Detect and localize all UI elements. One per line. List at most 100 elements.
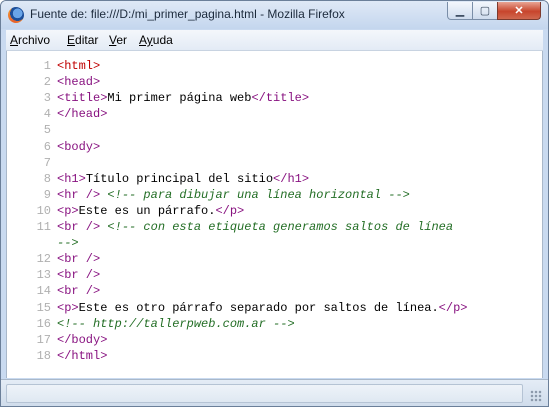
line-number: 7 <box>43 155 51 170</box>
line-number: 5 <box>43 123 51 138</box>
source-line: 16 <!-- http://tallerpweb.com.ar --> <box>7 316 537 332</box>
html-tag: <hr /> <box>57 187 101 202</box>
line-number: 2 <box>43 75 51 90</box>
line-code: --> <box>57 235 79 251</box>
line-number: 6 <box>43 139 51 154</box>
menu-ayuda[interactable]: Ayuda <box>139 33 173 47</box>
status-pane <box>6 384 523 403</box>
html-tag: <h1> <box>57 171 86 186</box>
source-line: 6 <body> <box>7 139 537 155</box>
line-number: 3 <box>43 91 51 106</box>
source-line: 4 </head> <box>7 106 537 122</box>
source-line: 7 <box>7 155 537 171</box>
close-icon: ✕ <box>514 5 524 17</box>
line-code: </head> <box>57 106 107 122</box>
html-comment: <!-- para dibujar una línea horizontal -… <box>107 187 410 202</box>
line-code: <hr /> <!-- para dibujar una línea horiz… <box>57 187 410 203</box>
html-tag: <head> <box>57 75 101 90</box>
line-number: 13 <box>36 268 51 283</box>
html-tag: <br /> <box>57 220 101 234</box>
text-content: Este es un párrafo. <box>78 203 216 218</box>
source-line: 5 <box>7 122 537 138</box>
source-line: 10 <p>Este es un párrafo.</p> <box>7 203 537 219</box>
source-line: 18 </html> <box>7 348 537 364</box>
source-line: 9 <hr /> <!-- para dibujar una línea hori… <box>7 187 537 203</box>
html-tag: </p> <box>215 203 245 218</box>
minimize-icon: ▁ <box>455 5 465 17</box>
line-code: <!-- http://tallerpweb.com.ar --> <box>57 316 295 332</box>
source-line: 1 <html> <box>7 58 537 74</box>
line-number: 10 <box>36 203 51 218</box>
html-tag: <br /> <box>57 284 101 299</box>
source-line: 12 <br /> <box>7 251 537 267</box>
line-code: <p>Este es otro párrafo separado por sal… <box>57 300 467 316</box>
line-code: <title>Mi primer página web</title> <box>57 90 309 106</box>
line-code: <head> <box>57 74 100 90</box>
source-line: 11 <br /> <!-- con esta etiqueta generamo… <box>7 219 537 235</box>
source-line: 13 <br /> <box>7 267 537 283</box>
line-code: </html> <box>57 348 107 364</box>
html-tag: <p> <box>57 203 79 218</box>
html-tag: <br /> <box>57 252 101 267</box>
menu-editar[interactable]: Editar <box>67 33 98 47</box>
window-title: Fuente de: file:///D:/mi_primer_pagina.h… <box>30 7 345 21</box>
close-button[interactable]: ✕ <box>497 2 541 20</box>
line-number: 8 <box>43 171 51 186</box>
source-line: 3 <title>Mi primer página web</title> <box>7 90 537 106</box>
html-tag: </html> <box>57 348 108 363</box>
firefox-icon <box>8 7 24 23</box>
line-number: 9 <box>43 187 51 202</box>
line-code: <p>Este es un párrafo.</p> <box>57 203 244 219</box>
html-tag: </head> <box>57 107 108 122</box>
title-bar[interactable]: Fuente de: file:///D:/mi_primer_pagina.h… <box>1 1 548 29</box>
line-number: 1 <box>43 59 51 73</box>
status-bar <box>1 379 548 406</box>
source-view[interactable]: 1 <html> 2 <head> 3 <title>Mi primer página w… <box>6 51 543 378</box>
browser-window: Fuente de: file:///D:/mi_primer_pagina.h… <box>0 0 549 407</box>
html-tag: <p> <box>57 300 79 315</box>
maximize-button[interactable]: ▢ <box>472 2 498 20</box>
line-number: 11 <box>36 220 51 234</box>
source-line: 15 <p>Este es otro párrafo separado por s… <box>7 300 537 316</box>
maximize-icon: ▢ <box>479 5 491 17</box>
line-number: 4 <box>43 107 51 122</box>
menu-bar: Archivo Editar Ver Ayuda <box>6 30 543 51</box>
line-code: <body> <box>57 139 100 155</box>
source-line: 14 <br /> <box>7 283 537 299</box>
text-content: Este es otro párrafo separado por saltos… <box>78 300 439 315</box>
html-tag: </body> <box>57 332 108 347</box>
source-line: 17 </body> <box>7 332 537 348</box>
line-number: 16 <box>36 316 51 331</box>
line-code: <br /> <box>57 251 100 267</box>
line-code: <br /> <box>57 267 100 283</box>
line-number: 17 <box>36 332 51 347</box>
line-code: <br /> <box>57 283 100 299</box>
line-number: 14 <box>36 284 51 299</box>
html-tag: <body> <box>57 139 101 154</box>
html-tag: <html> <box>57 59 101 73</box>
line-code: <h1>Título principal del sitio</h1> <box>57 171 309 187</box>
text-content: Mi primer página web <box>107 91 252 106</box>
source-line: 8 <h1>Título principal del sitio</h1> <box>7 171 537 187</box>
html-tag: </p> <box>438 300 468 315</box>
html-tag: </h1> <box>273 171 310 186</box>
line-number: 15 <box>36 300 51 315</box>
line-number: 18 <box>36 348 51 363</box>
html-comment: <!-- con esta etiqueta generamos saltos … <box>107 220 454 234</box>
html-comment: <!-- http://tallerpweb.com.ar --> <box>57 316 295 331</box>
html-tag: <title> <box>57 91 108 106</box>
html-tag: </title> <box>251 91 310 106</box>
line-code: <html> <box>57 58 100 74</box>
resize-grip-icon[interactable] <box>530 390 542 402</box>
menu-ver[interactable]: Ver <box>109 33 127 47</box>
line-number: 12 <box>36 252 51 267</box>
source-line: --> <box>7 235 537 251</box>
menu-archivo[interactable]: Archivo <box>10 33 50 47</box>
line-code: <br /> <!-- con esta etiqueta generamos … <box>57 219 453 235</box>
html-tag: <br /> <box>57 268 101 283</box>
line-code: </body> <box>57 332 107 348</box>
html-comment: --> <box>57 236 79 251</box>
minimize-button[interactable]: ▁ <box>447 2 473 20</box>
text-content: Título principal del sitio <box>85 171 274 186</box>
source-line: 2 <head> <box>7 74 537 90</box>
